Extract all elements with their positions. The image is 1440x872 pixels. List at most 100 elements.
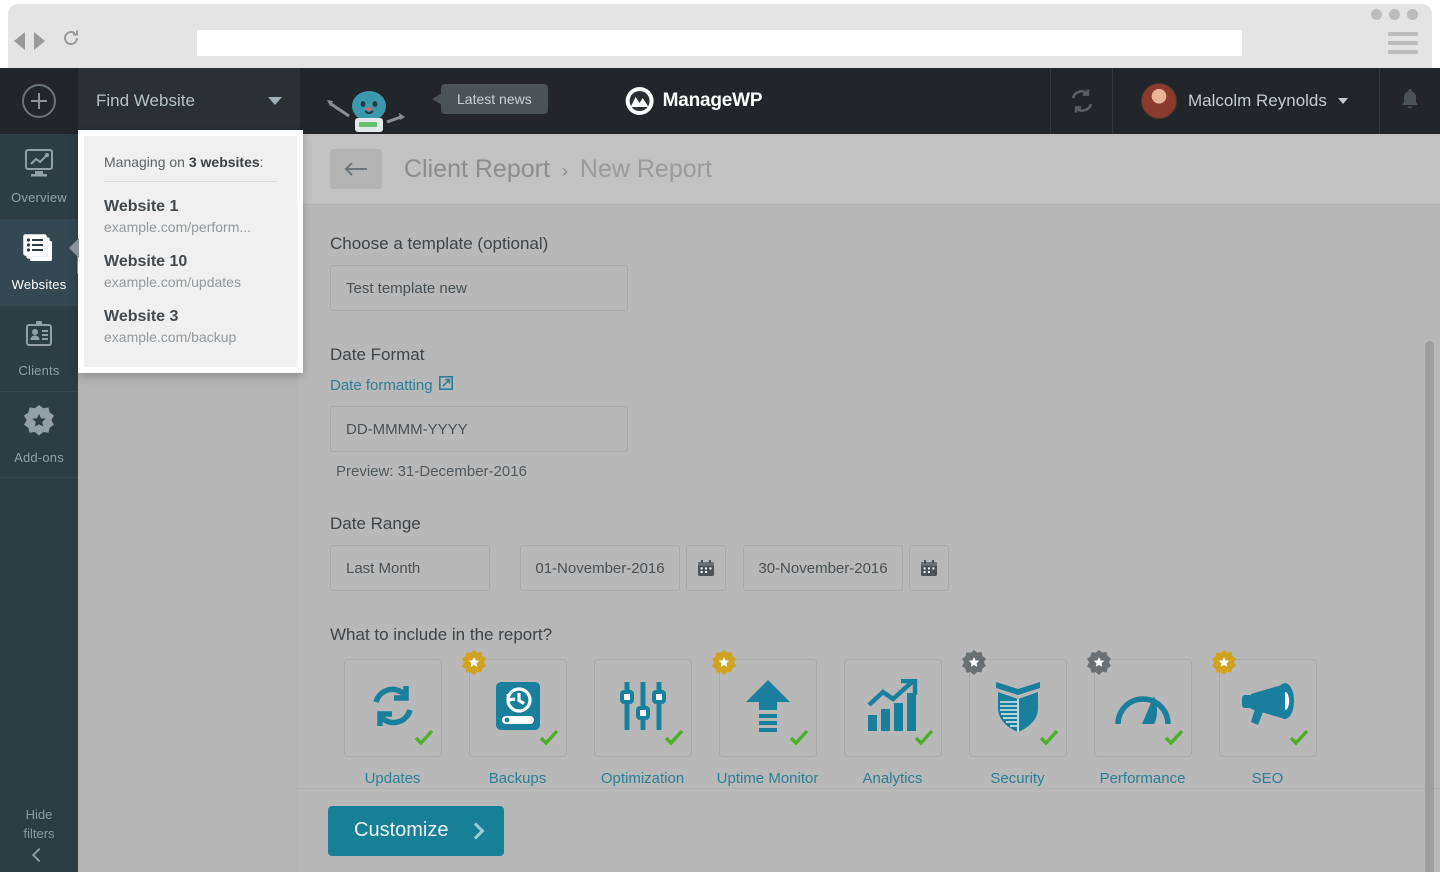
report-section-optimization: Optimization [580, 659, 705, 789]
upload-arrow-icon [743, 678, 793, 739]
report-section-label[interactable]: Security [990, 769, 1044, 789]
add-website-button[interactable] [0, 68, 78, 134]
calendar-icon[interactable] [686, 545, 726, 591]
window-dot[interactable] [1371, 9, 1382, 20]
checkmark-icon [914, 729, 934, 752]
forward-arrow-icon[interactable] [34, 31, 45, 50]
sidebar-item-websites[interactable]: Websites [0, 220, 87, 306]
megaphone-icon [1239, 681, 1297, 736]
report-section-tile[interactable] [1086, 650, 1192, 757]
report-section-tile[interactable] [843, 659, 942, 757]
sync-refresh-icon[interactable] [1050, 68, 1113, 134]
notification-bell-icon[interactable] [1380, 68, 1440, 134]
hamburger-menu-icon[interactable] [1388, 32, 1418, 59]
back-button[interactable] [330, 149, 382, 189]
report-section-label[interactable]: Optimization [601, 769, 684, 789]
report-section-label[interactable]: Backups [489, 769, 547, 789]
main-content: Client Report › New Report Choose a temp… [298, 134, 1440, 872]
template-label: Choose a template (optional) [330, 234, 549, 253]
report-section-tile[interactable] [961, 650, 1067, 757]
date-formatting-link[interactable]: Date formatting [330, 377, 433, 394]
sidebar-item-overview[interactable]: Overview [0, 134, 78, 220]
report-section-tile[interactable] [461, 650, 567, 757]
find-website-label: Find Website [96, 91, 195, 110]
report-sections-grid: Updates Backups Optimization Uptime Moni… [330, 650, 1440, 789]
browser-chrome [0, 0, 1440, 68]
date-range-start-input[interactable]: 01-November-2016 [520, 545, 680, 591]
brand-logo[interactable]: ManageWP [625, 68, 763, 134]
back-arrow-icon[interactable] [14, 31, 25, 50]
external-link-icon[interactable] [438, 376, 453, 395]
report-section-seo: SEO [1205, 650, 1330, 789]
report-section-label[interactable]: Performance [1100, 769, 1186, 789]
sidebar-item-clients[interactable]: Clients [0, 306, 78, 392]
date-format-input[interactable]: DD-MMMM-YYYY [330, 406, 628, 452]
report-section-performance: Performance [1080, 650, 1205, 789]
popup-pointer [69, 238, 79, 258]
report-section-label[interactable]: Uptime Monitor [717, 769, 819, 789]
chevron-down-icon [268, 97, 282, 105]
caret-down-icon [1337, 98, 1348, 104]
list-item[interactable]: Website 10 example.com/updates [104, 251, 277, 292]
browser-nav-buttons [14, 28, 81, 53]
website-url: example.com/perform... [104, 219, 252, 235]
customize-button[interactable]: Customize [328, 805, 505, 856]
report-section-label[interactable]: Analytics [862, 769, 922, 789]
managing-suffix: : [259, 154, 264, 170]
user-menu[interactable]: Malcolm Reynolds [1113, 68, 1380, 134]
breadcrumb-parent[interactable]: Client Report [404, 155, 550, 184]
robot-mascot-icon[interactable] [323, 82, 433, 139]
sidebar-item-addons[interactable]: Add-ons [0, 392, 78, 478]
report-section-tile[interactable] [1211, 650, 1317, 757]
list-item[interactable]: Website 1 example.com/perform... [104, 196, 277, 237]
checkmark-icon [789, 729, 809, 752]
left-sidebar: Overview Websites Clients Add-ons Hide f… [0, 68, 87, 872]
form-scroll-area[interactable]: Choose a template (optional) Test templa… [298, 206, 1440, 872]
calendar-icon[interactable] [909, 545, 949, 591]
template-input[interactable]: Test template new [330, 265, 628, 311]
date-format-label: Date Format [330, 345, 425, 364]
checkmark-icon [414, 729, 434, 752]
report-section-security: Security [955, 650, 1080, 789]
latest-news-tooltip[interactable]: Latest news [432, 84, 548, 114]
find-website-dropdown[interactable]: Find Website [78, 68, 300, 134]
managing-count: 3 websites [188, 154, 260, 170]
managing-summary: Managing on 3 websites: [104, 154, 277, 182]
website-name: Website 1 [104, 198, 179, 215]
premium-star-badge-icon [710, 649, 738, 682]
reload-icon[interactable] [61, 28, 81, 53]
url-input[interactable] [197, 30, 1242, 56]
latest-news-label: Latest news [457, 91, 532, 107]
new-report-form: Choose a template (optional) Test templa… [298, 206, 1440, 835]
hide-filters-button[interactable]: Hide filters [0, 806, 78, 863]
website-name: Website 10 [104, 253, 188, 270]
date-range-end-input[interactable]: 30-November-2016 [743, 545, 903, 591]
shield-icon [993, 678, 1043, 739]
date-range-preset-select[interactable]: Last Month [330, 545, 490, 591]
report-section-tile[interactable] [343, 659, 442, 757]
checkmark-icon [1164, 729, 1184, 752]
date-range-label: Date Range [330, 514, 421, 533]
sidebar-item-label: Overview [11, 190, 67, 205]
report-section-label[interactable]: Updates [365, 769, 421, 789]
user-name-label: Malcolm Reynolds [1188, 91, 1327, 110]
sync-arrows-icon [365, 678, 421, 739]
hide-filters-label-line1: Hide [25, 807, 53, 822]
report-section-label[interactable]: SEO [1252, 769, 1284, 789]
report-section-updates: Updates [330, 659, 455, 789]
report-section-tile[interactable] [711, 650, 817, 757]
vertical-scrollbar[interactable] [1425, 341, 1434, 872]
breadcrumb: Client Report › New Report [298, 134, 1440, 205]
website-url: example.com/backup [104, 329, 237, 345]
checkmark-icon [664, 729, 684, 752]
date-preview-label: Preview: 31-December-2016 [336, 463, 527, 480]
mountain-logo-icon [625, 87, 654, 115]
hard-drive-clock-icon [492, 678, 544, 739]
report-section-uptime-monitor: Uptime Monitor [705, 650, 830, 789]
window-dots [1371, 9, 1418, 20]
window-dot[interactable] [1389, 9, 1400, 20]
list-item[interactable]: Website 3 example.com/backup [104, 306, 277, 347]
breadcrumb-separator: › [561, 160, 568, 181]
window-dot[interactable] [1407, 9, 1418, 20]
report-section-tile[interactable] [593, 659, 692, 757]
